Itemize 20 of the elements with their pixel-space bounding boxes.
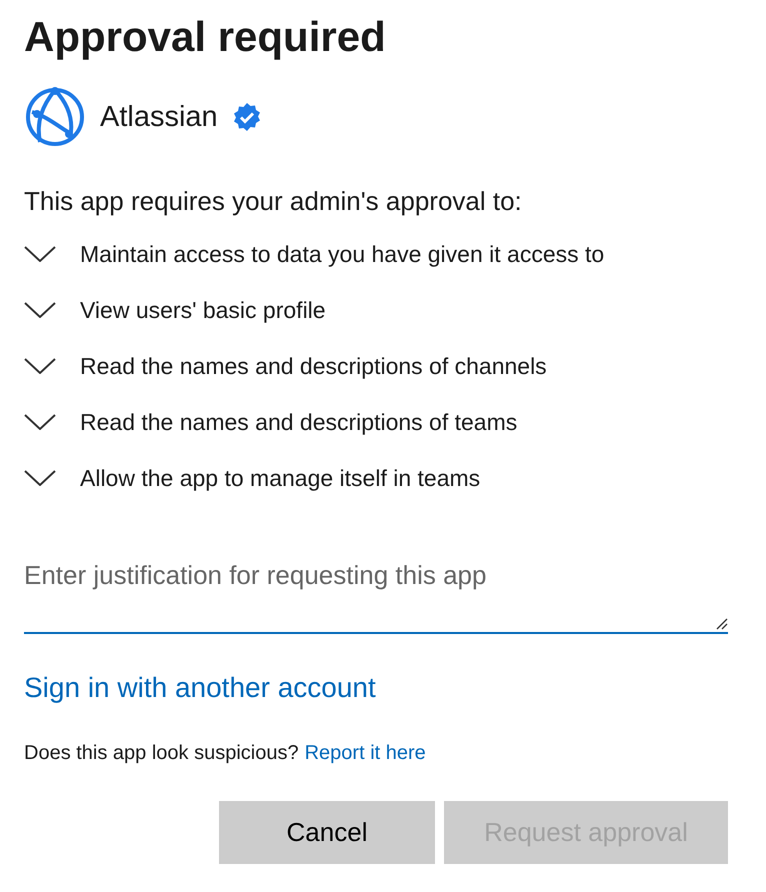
globe-logo-icon [24, 86, 86, 148]
sign-in-link[interactable]: Sign in with another account [24, 672, 376, 704]
app-name: Atlassian [100, 100, 218, 134]
report-link[interactable]: Report it here [304, 742, 426, 765]
chevron-icon[interactable] [24, 302, 56, 318]
resize-grip-icon[interactable] [714, 616, 728, 630]
permission-label[interactable]: Maintain access to data you have given it access to [80, 240, 604, 268]
permission-label[interactable]: View users' basic profile [80, 296, 326, 324]
permission-label[interactable]: Read the names and descriptions of channels [80, 352, 547, 380]
dialog-title: Approval required [24, 12, 387, 62]
permission-label[interactable]: Allow the app to manage itself in teams [80, 464, 480, 492]
cancel-button[interactable]: Cancel [219, 801, 435, 864]
suspicious-text: Does this app look suspicious? [24, 742, 299, 765]
permission-label[interactable]: Read the names and descriptions of teams [80, 408, 518, 436]
chevron-icon[interactable] [24, 246, 56, 262]
chevron-icon[interactable] [24, 470, 56, 486]
chevron-icon[interactable] [24, 414, 56, 430]
intro-text: This app requires your admin's approval to: [24, 185, 523, 218]
chevron-icon[interactable] [24, 358, 56, 374]
justification-field[interactable]: Enter justification for requesting this app [24, 560, 728, 634]
